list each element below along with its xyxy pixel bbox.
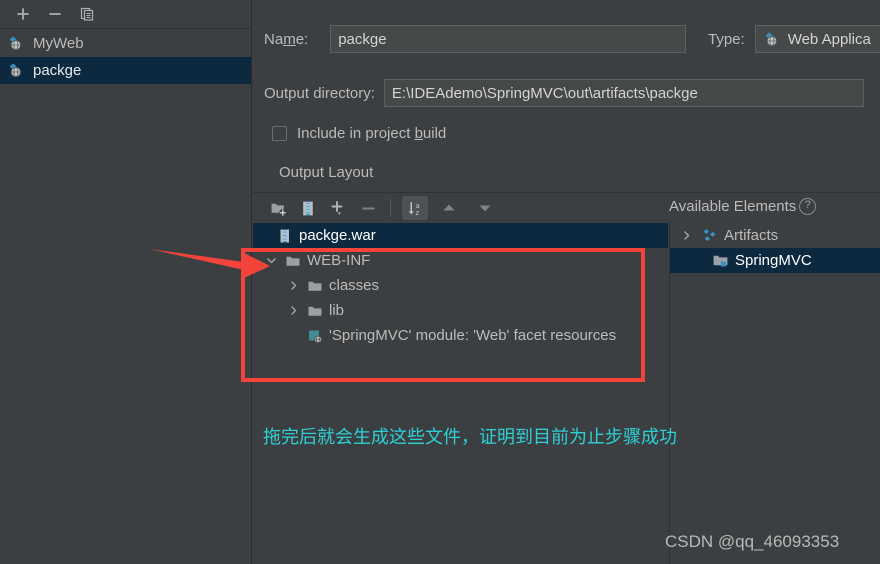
sort-alphabetically-button[interactable]: a z (402, 196, 428, 220)
add-archive-button[interactable] (295, 196, 321, 220)
tree-row-label: Artifacts (724, 227, 779, 244)
type-row: Type: Web Applica (708, 25, 880, 53)
svg-text:z: z (415, 208, 419, 217)
web-application-icon (9, 36, 22, 51)
artifacts-settings-dialog: MyWeb packge Name: Type: (0, 0, 880, 564)
twisty-none (285, 328, 301, 344)
folder-icon (308, 306, 322, 316)
add-element-button[interactable] (325, 196, 351, 220)
tree-row-springmvc-web-facet[interactable]: 'SpringMVC' module: 'Web' facet resource… (253, 323, 668, 348)
war-archive-icon (280, 229, 289, 242)
tree-row-label: packge.war (299, 227, 376, 244)
output-directory-row: Output directory: (264, 79, 864, 107)
tree-row-label: lib (329, 302, 345, 319)
name-input[interactable] (330, 25, 687, 53)
tree-row-springmvc-module[interactable]: SpringMVC (670, 248, 880, 273)
twisty-expanded-icon[interactable] (263, 253, 279, 269)
artifacts-icon (703, 229, 716, 242)
csdn-watermark: CSDN @qq_46093353 (665, 532, 840, 551)
artifacts-list: MyWeb packge (0, 29, 251, 84)
tree-row-lib[interactable]: lib (253, 298, 668, 323)
copy-artifact-button[interactable] (78, 5, 96, 23)
twisty-collapsed-icon[interactable] (285, 303, 301, 319)
artifact-editor-panel: Name: Type: Web Applica Output directory… (253, 0, 880, 564)
sidebar-item-label: packge (33, 62, 82, 79)
chinese-note-annotation: 拖完后就会生成这些文件，证明到目前为止步骤成功 (263, 427, 677, 448)
add-artifact-button[interactable] (14, 5, 32, 23)
minus-icon (49, 13, 61, 15)
include-in-build-checkbox[interactable] (272, 126, 287, 141)
tree-row-label: WEB-INF (307, 252, 371, 269)
web-facet-icon (309, 330, 322, 343)
output-layout-toolbar: a z Available Elements ? (253, 192, 880, 223)
tree-row-classes[interactable]: classes (253, 273, 668, 298)
name-row: Name: (264, 25, 687, 53)
minus-icon (361, 207, 375, 209)
output-directory-label: Output directory: (264, 84, 375, 102)
sidebar-item-label: MyWeb (33, 35, 84, 52)
tree-row-label: 'SpringMVC' module: 'Web' facet resource… (329, 327, 617, 344)
web-application-icon (765, 31, 777, 46)
twisty-collapsed-icon[interactable] (678, 228, 694, 244)
name-label: Name: (264, 30, 309, 48)
help-icon[interactable]: ? (799, 198, 817, 215)
type-value: Web Applica (787, 30, 871, 48)
tree-row-artifacts[interactable]: Artifacts (670, 223, 880, 248)
module-folder-icon (713, 255, 728, 267)
available-elements-header: Available Elements ? (669, 198, 817, 215)
move-down-button[interactable] (472, 196, 498, 220)
include-in-build-label: Include in project build (297, 125, 447, 142)
output-layout-tree[interactable]: packge.war WEB-INF classes lib 'SpringMV… (253, 223, 668, 564)
tree-row-label: classes (329, 277, 380, 294)
arrow-down-icon (479, 205, 491, 212)
output-directory-input[interactable] (383, 79, 864, 107)
tree-row-packge-war[interactable]: packge.war (253, 223, 668, 248)
plus-dropdown-icon (331, 201, 343, 215)
archive-jar-icon (302, 201, 313, 215)
plus-icon (17, 8, 29, 20)
sidebar-item-packge[interactable]: packge (0, 57, 251, 84)
move-up-button[interactable] (436, 196, 462, 220)
toolbar-separator (390, 199, 391, 217)
folder-add-icon (271, 203, 286, 216)
tree-row-web-inf[interactable]: WEB-INF (253, 248, 668, 273)
copy-icon (80, 7, 94, 21)
type-combobox[interactable]: Web Applica (754, 25, 880, 53)
web-application-icon (9, 63, 22, 78)
type-label: Type: (708, 30, 745, 48)
folder-icon (308, 281, 322, 291)
sidebar-toolbar (0, 0, 251, 29)
sort-az-icon: a z (408, 200, 419, 217)
remove-artifact-button[interactable] (46, 5, 64, 23)
available-elements-label: Available Elements (669, 198, 797, 215)
artifacts-sidebar: MyWeb packge (0, 0, 252, 564)
arrow-up-icon (443, 204, 455, 211)
available-elements-tree[interactable]: Artifacts SpringMVC (669, 223, 880, 564)
folder-icon (286, 256, 300, 266)
twisty-collapsed-icon[interactable] (285, 278, 301, 294)
output-layout-title: Output Layout (279, 164, 374, 181)
include-in-build-row[interactable]: Include in project build (272, 125, 446, 142)
add-directory-button[interactable] (265, 196, 291, 220)
tree-row-label: SpringMVC (735, 252, 812, 269)
sidebar-item-myweb[interactable]: MyWeb (0, 30, 251, 57)
remove-element-button[interactable] (355, 196, 381, 220)
